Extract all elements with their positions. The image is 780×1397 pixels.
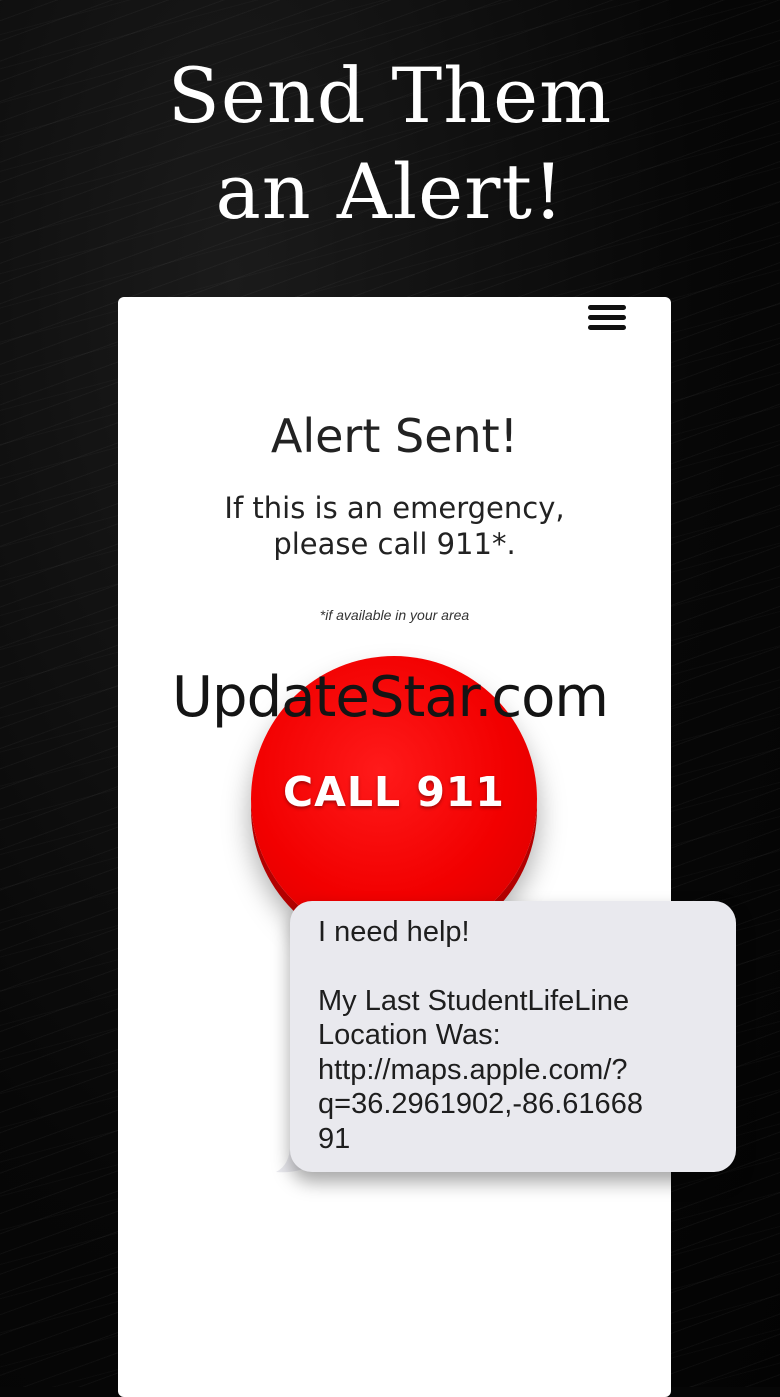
text-message-bubble: I need help! My Last StudentLifeLine Loc… <box>290 901 736 1172</box>
phone-screen: Alert Sent! If this is an emergency, ple… <box>118 297 671 1397</box>
availability-footnote: *if available in your area <box>319 607 470 623</box>
message-body: I need help! My Last StudentLifeLine Loc… <box>318 915 718 1156</box>
emergency-message: If this is an emergency, please call 911… <box>118 490 671 562</box>
updatestar-watermark: UpdateStar.com <box>172 665 609 730</box>
promo-headline: Send Them an Alert! <box>0 48 780 240</box>
message-line-2: My Last StudentLifeLine <box>318 984 630 1017</box>
emergency-line-2: please call 911*. <box>273 527 516 561</box>
message-line-5: q=36.2961902,-86.61668 <box>318 1088 643 1120</box>
message-line-3: Location Was: <box>318 1019 501 1051</box>
message-line-6: 91 <box>318 1122 351 1155</box>
message-line-1: I need help! <box>318 916 470 948</box>
call-911-label: CALL 911 <box>283 768 505 816</box>
emergency-line-1: If this is an emergency, <box>224 491 565 525</box>
headline-line-2: an Alert! <box>215 147 565 236</box>
hamburger-menu-icon[interactable] <box>588 305 626 333</box>
headline-line-1: Send Them <box>167 51 613 140</box>
message-line-4: http://maps.apple.com/? <box>318 1053 628 1086</box>
alert-sent-title: Alert Sent! <box>270 409 519 463</box>
